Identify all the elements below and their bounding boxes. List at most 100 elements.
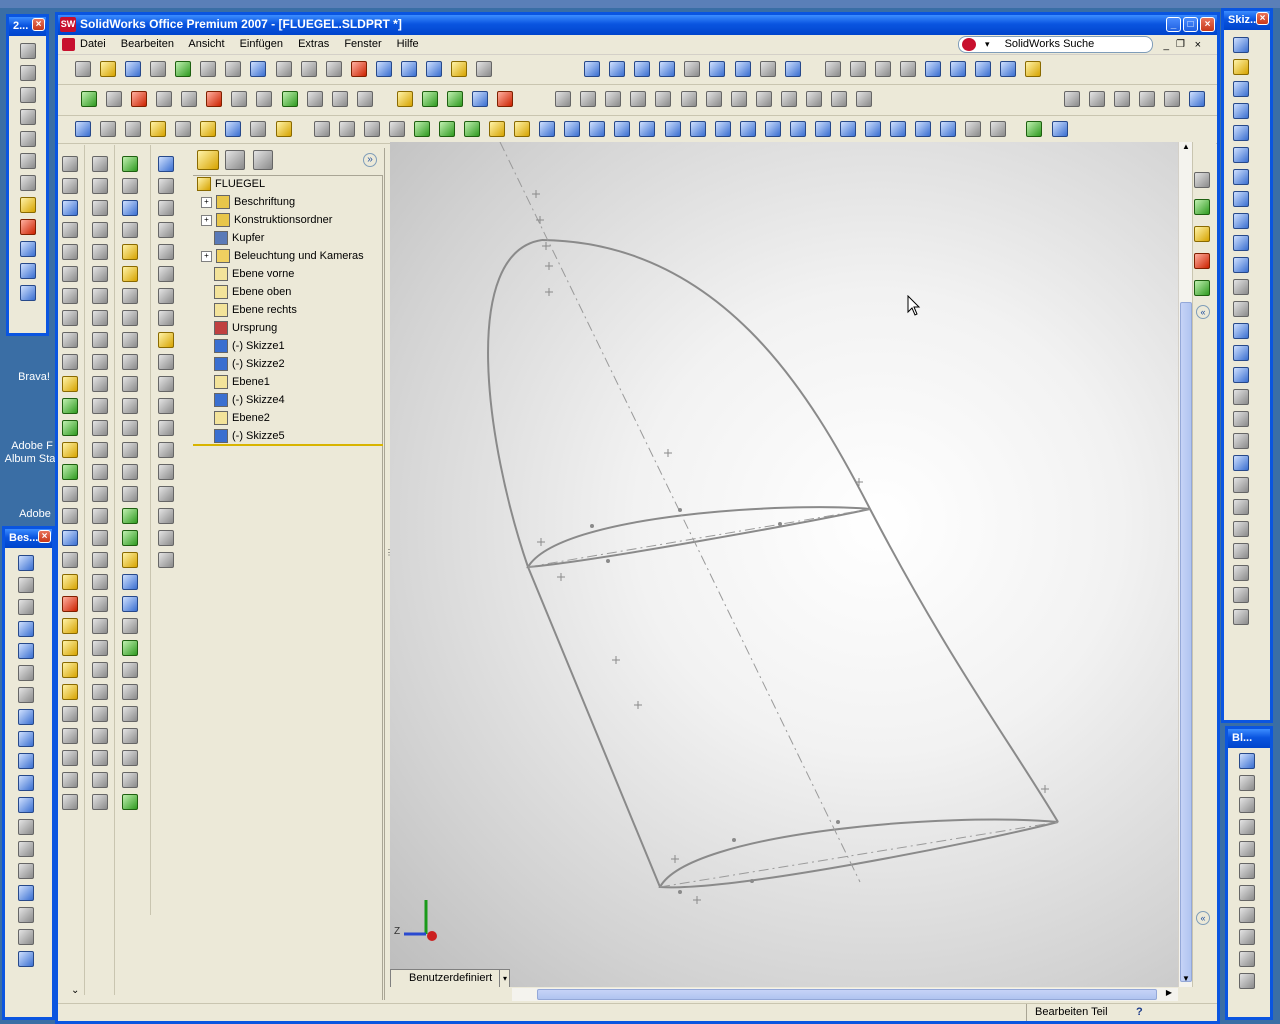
jog-icon[interactable]: [62, 640, 78, 656]
sweep-icon[interactable]: [62, 200, 78, 216]
coordinate-system-icon[interactable]: [1189, 91, 1206, 107]
three-point-arc-icon[interactable]: [1233, 257, 1249, 273]
combine-icon[interactable]: [92, 772, 108, 788]
chart-icon[interactable]: [122, 574, 138, 590]
mold-tools-icon[interactable]: [122, 156, 138, 172]
surface-finish-icon[interactable]: [18, 709, 34, 725]
dimension-icon[interactable]: [1239, 907, 1255, 923]
freeform-icon[interactable]: [92, 728, 108, 744]
fastening-icon[interactable]: [158, 420, 174, 436]
flatten-icon[interactable]: [62, 728, 78, 744]
palette-close-icon[interactable]: ×: [1256, 12, 1269, 25]
filter-welds-icon[interactable]: [664, 121, 681, 137]
expand-task-pane-icon[interactable]: «: [1196, 911, 1210, 925]
line-icon[interactable]: [1233, 103, 1249, 119]
rotate-icon[interactable]: [709, 61, 726, 77]
sketch-icon[interactable]: [20, 197, 36, 213]
equations-icon[interactable]: [225, 121, 242, 137]
intersect-icon[interactable]: [92, 794, 108, 810]
parting-line-icon[interactable]: [122, 178, 138, 194]
sketch-fillet-icon[interactable]: [1233, 279, 1249, 295]
parabola-icon[interactable]: [1233, 301, 1249, 317]
macro-button-icon[interactable]: [206, 91, 223, 107]
open-folder-icon[interactable]: [100, 61, 117, 77]
desktop-icon-adobe-album-line2[interactable]: Album Sta: [4, 453, 56, 466]
menu-bearbeiten[interactable]: Bearbeiten: [121, 38, 174, 50]
filter-symbols-icon[interactable]: [965, 121, 982, 137]
no-bends-icon[interactable]: [62, 750, 78, 766]
draft-icon[interactable]: [62, 354, 78, 370]
pattern-icon[interactable]: [122, 464, 138, 480]
menu-hilfe[interactable]: Hilfe: [397, 38, 419, 50]
dimension-icon[interactable]: [1239, 819, 1255, 835]
view-configuration-tab[interactable]: Benutzerdefiniert ▾: [390, 969, 510, 987]
new-macro-icon[interactable]: [156, 91, 173, 107]
expand-more-icon[interactable]: ⌄: [71, 985, 79, 996]
filter-icon[interactable]: [313, 121, 330, 137]
filter-planes-icon[interactable]: [865, 121, 881, 137]
filter-cosmetics-icon[interactable]: [714, 121, 731, 137]
layer-icon[interactable]: [1064, 91, 1081, 107]
filter-dimensions-icon[interactable]: [539, 121, 556, 137]
dimension-icon[interactable]: [1239, 929, 1255, 945]
point-icon[interactable]: [1233, 367, 1249, 383]
menu-fenster[interactable]: Fenster: [344, 38, 381, 50]
split-icon[interactable]: [1233, 565, 1249, 581]
feature-icon[interactable]: [20, 43, 36, 59]
doc-minimize-icon[interactable]: _: [1163, 37, 1169, 55]
expand-icon[interactable]: +: [201, 250, 212, 262]
document-menu-icon[interactable]: [62, 38, 75, 51]
measure-icon[interactable]: [100, 121, 117, 137]
route-icon[interactable]: [122, 530, 138, 546]
select-icon[interactable]: [300, 61, 317, 77]
instant3d-icon[interactable]: [20, 263, 36, 279]
text-icon[interactable]: [1233, 455, 1249, 471]
block-icon[interactable]: [122, 772, 138, 788]
instant3d-icon[interactable]: [158, 156, 174, 172]
horizontal-scrollbar[interactable]: ▶: [512, 988, 1178, 1001]
filter-features-icon[interactable]: [489, 121, 506, 137]
snap-hook-icon[interactable]: [158, 464, 174, 480]
hole-callout-icon[interactable]: [18, 753, 34, 769]
composite-curve-icon[interactable]: [62, 442, 78, 458]
base-flange-icon[interactable]: [62, 574, 78, 590]
zoom-page-icon[interactable]: [225, 61, 242, 77]
tree-item[interactable]: (-) Skizze2: [193, 355, 285, 373]
tree-item[interactable]: (-) Skizze1: [193, 337, 285, 355]
smart-dimension-icon[interactable]: [18, 555, 34, 571]
forming-tool-icon[interactable]: [62, 706, 78, 722]
tooling-split-icon[interactable]: [122, 244, 138, 260]
filter-vertices-icon[interactable]: [413, 121, 430, 137]
feature-icon[interactable]: [20, 175, 36, 191]
floating-palette-sketch[interactable]: Skiz... ×: [1221, 8, 1273, 723]
library-icon[interactable]: [122, 640, 138, 656]
planar-icon[interactable]: [122, 420, 138, 436]
stop-macro-icon[interactable]: [106, 91, 123, 107]
dim-xpert-icon[interactable]: [158, 178, 174, 194]
thicken-icon[interactable]: [92, 530, 108, 546]
expand-icon[interactable]: +: [201, 214, 212, 226]
menu-einfuegen[interactable]: Einfügen: [240, 38, 283, 50]
offset-icon[interactable]: [705, 91, 722, 107]
hidden-lines-visible-icon[interactable]: [849, 61, 866, 77]
palette-close-icon[interactable]: ×: [32, 18, 45, 31]
center-mark-icon[interactable]: [18, 907, 34, 923]
zoom-fit-icon[interactable]: [609, 61, 626, 77]
feature-icon[interactable]: [20, 65, 36, 81]
scale-icon[interactable]: [122, 288, 138, 304]
tree-item[interactable]: Ebene2: [193, 409, 270, 427]
run-macro-icon[interactable]: [81, 91, 97, 107]
file-properties-icon[interactable]: [425, 61, 442, 77]
warning-icon[interactable]: [18, 841, 34, 857]
view-icon[interactable]: [20, 285, 36, 301]
boundary-surface-icon[interactable]: [92, 244, 108, 260]
clear-filter-icon[interactable]: [1051, 121, 1068, 137]
tolerance-icon[interactable]: [231, 91, 248, 107]
grid-icon[interactable]: [375, 61, 392, 77]
scroll-up-icon[interactable]: ▲: [1180, 142, 1192, 154]
edge-flange-icon[interactable]: [62, 596, 78, 612]
scene-icon[interactable]: [122, 618, 138, 634]
feature-icon[interactable]: [20, 87, 36, 103]
hatch-icon[interactable]: [18, 863, 34, 879]
floating-palette-blocks[interactable]: Bl...: [1225, 726, 1273, 1020]
